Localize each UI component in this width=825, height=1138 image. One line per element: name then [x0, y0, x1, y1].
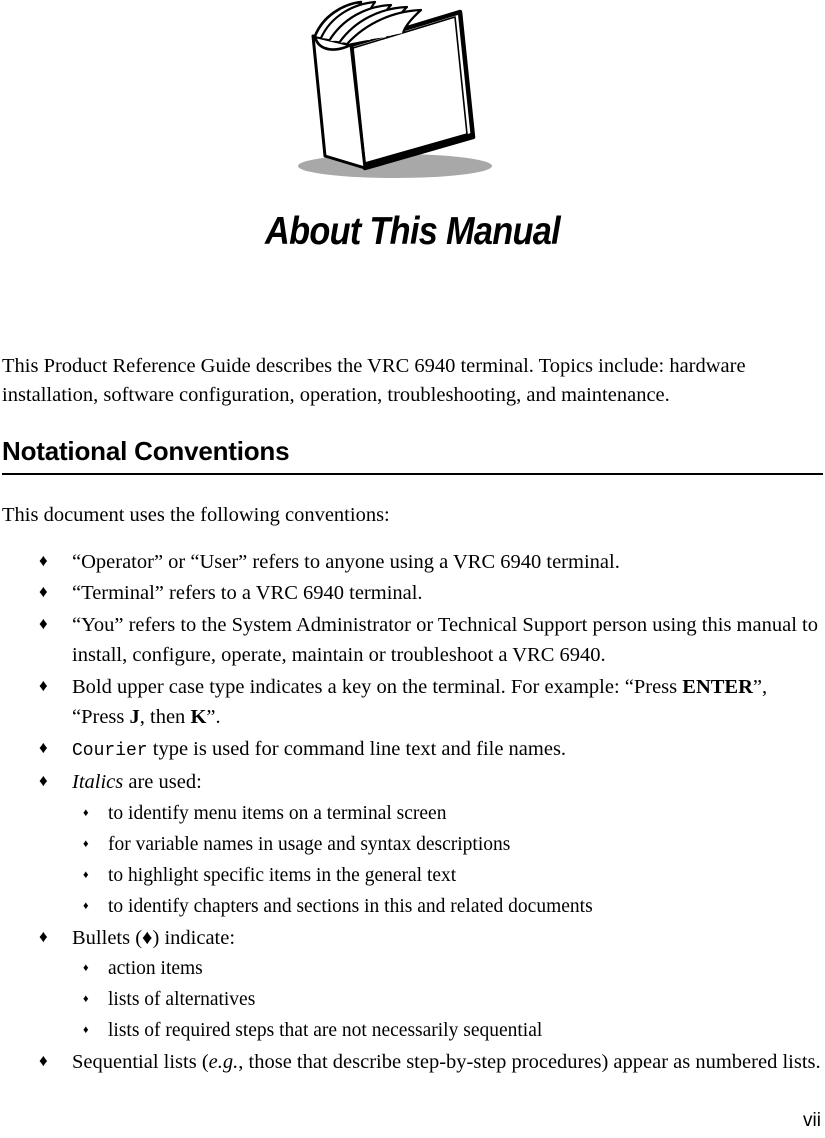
italic-abbreviation-eg: e.g.: [208, 1051, 239, 1074]
section-heading-rule: [2, 472, 823, 475]
list-item-text-part: ”.: [206, 706, 221, 729]
list-item-text: “You” refers to the System Administrator…: [72, 613, 818, 667]
list-item: ♦ lists of alternatives: [72, 984, 823, 1015]
list-item-text: lists of alternatives: [108, 989, 256, 1011]
list-item: ♦ to highlight specific items in the gen…: [72, 860, 823, 891]
list-item-text-part: are used:: [123, 771, 202, 794]
list-item: ♦ Bullets (♦) indicate: ♦ action items ♦…: [2, 923, 823, 1047]
list-item: ♦ “Operator” or “User” refers to anyone …: [2, 547, 823, 578]
conventions-list: ♦ “Operator” or “User” refers to anyone …: [2, 547, 823, 1078]
list-item-text: action items: [108, 958, 203, 980]
chapter-title: About This Manual: [265, 210, 561, 253]
small-diamond-bullet-icon: ♦: [83, 837, 89, 850]
small-diamond-bullet-icon: ♦: [83, 806, 89, 819]
list-item-text-part: , then: [139, 706, 191, 729]
list-item-text: “Operator” or “User” refers to anyone us…: [72, 550, 620, 573]
list-item-text: for variable names in usage and syntax d…: [108, 833, 511, 855]
list-item-text: to highlight specific items in the gener…: [108, 864, 457, 886]
list-item-text: to identify menu items on a terminal scr…: [108, 802, 447, 824]
open-book-illustration: [295, 0, 505, 185]
diamond-bullet-icon: ♦: [39, 926, 48, 946]
list-item: ♦ Bold upper case type indicates a key o…: [2, 672, 823, 733]
diamond-bullet-icon: ♦: [39, 675, 48, 695]
list-item: ♦ lists of required steps that are not n…: [72, 1015, 823, 1046]
small-diamond-bullet-icon: ♦: [83, 993, 89, 1006]
list-item: ♦ Courier type is used for command line …: [2, 734, 823, 767]
key-name-k: K: [190, 706, 207, 729]
small-diamond-bullet-icon: ♦: [83, 962, 89, 975]
key-name-enter: ENTER: [682, 675, 753, 698]
list-item: ♦ action items: [72, 953, 823, 984]
italic-sample-word: Italics: [72, 771, 124, 794]
inline-diamond-glyph-icon: ♦: [142, 926, 153, 949]
list-item: ♦ Italics are used: ♦ to identify menu i…: [2, 767, 823, 922]
diamond-bullet-icon: ♦: [39, 737, 48, 757]
bullets-sub-list: ♦ action items ♦ lists of alternatives ♦…: [72, 953, 823, 1046]
diamond-bullet-icon: ♦: [39, 771, 48, 791]
list-item: ♦ to identify chapters and sections in t…: [72, 891, 823, 922]
list-item: ♦ “Terminal” refers to a VRC 6940 termin…: [2, 578, 823, 609]
diamond-bullet-icon: ♦: [39, 582, 48, 602]
list-item-text-part: Bullets (: [72, 926, 143, 949]
document-page: About This Manual This Product Reference…: [0, 0, 825, 1138]
diamond-bullet-icon: ♦: [39, 613, 48, 633]
list-item: ♦ for variable names in usage and syntax…: [72, 829, 823, 860]
intro-paragraph: This Product Reference Guide describes t…: [2, 355, 746, 406]
list-item: ♦ “You” refers to the System Administrat…: [2, 610, 823, 671]
section-heading-notational-conventions: Notational Conventions: [2, 436, 290, 466]
list-item-text-part: Bold upper case type indicates a key on …: [72, 675, 683, 698]
key-name-j: J: [129, 706, 140, 729]
small-diamond-bullet-icon: ♦: [83, 868, 89, 881]
monospace-sample-word: Courier: [72, 740, 148, 761]
list-item-text-part: , those that describe step-by-step proce…: [238, 1051, 821, 1074]
list-item-text-part: Sequential lists (: [72, 1051, 209, 1074]
list-item-text: to identify chapters and sections in thi…: [108, 895, 593, 917]
diamond-bullet-icon: ♦: [39, 1051, 48, 1071]
list-item-text: “Terminal” refers to a VRC 6940 terminal…: [72, 582, 423, 605]
content-column: This Product Reference Guide describes t…: [2, 352, 823, 1079]
diamond-bullet-icon: ♦: [39, 550, 48, 570]
small-diamond-bullet-icon: ♦: [83, 899, 89, 912]
italics-sub-list: ♦ to identify menu items on a terminal s…: [72, 798, 823, 922]
list-item-text-part: ) indicate:: [152, 926, 236, 949]
section-lead-paragraph: This document uses the following convent…: [2, 503, 390, 526]
list-item: ♦ to identify menu items on a terminal s…: [72, 798, 823, 829]
page-number: vii: [803, 1110, 821, 1131]
list-item: ♦ Sequential lists (e.g., those that des…: [2, 1047, 823, 1078]
list-item-text: lists of required steps that are not nec…: [108, 1020, 543, 1042]
small-diamond-bullet-icon: ♦: [83, 1024, 89, 1037]
list-item-text-part: type is used for command line text and f…: [147, 737, 567, 760]
